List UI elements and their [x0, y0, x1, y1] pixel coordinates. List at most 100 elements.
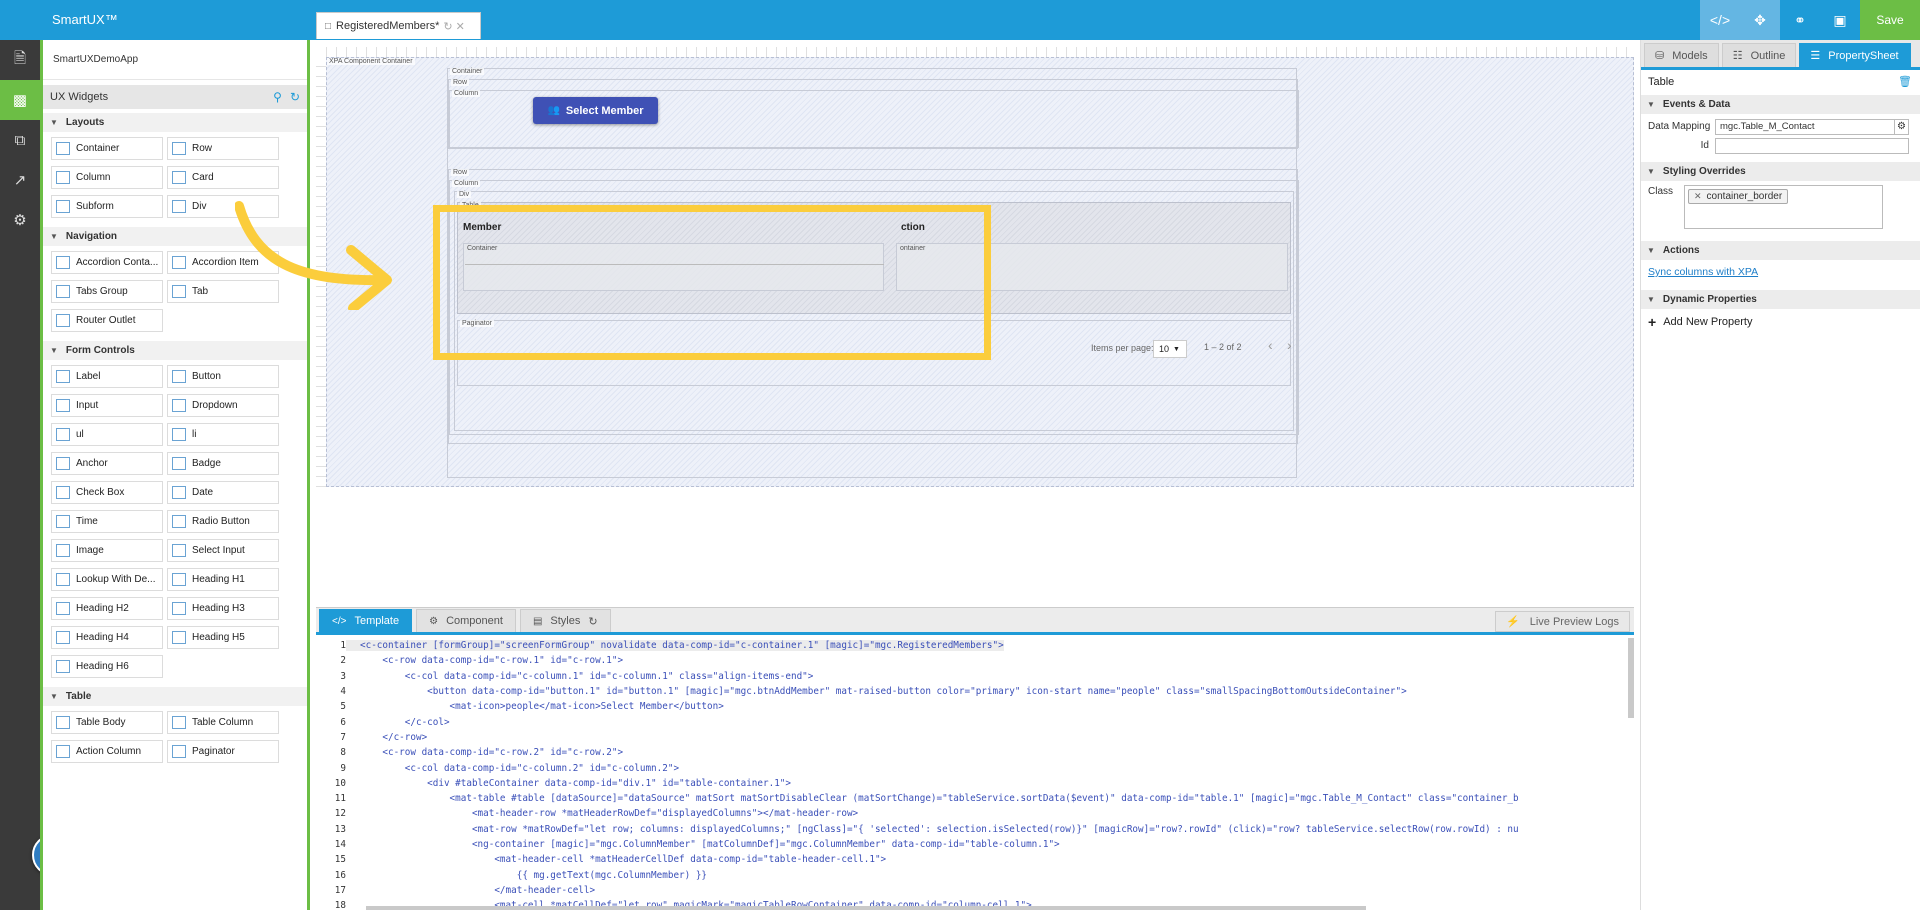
widget-label: Heading H5 — [192, 632, 245, 643]
widget-heading-h4[interactable]: Heading H4 — [51, 626, 163, 649]
widget-select-input[interactable]: Select Input — [167, 539, 279, 562]
rail-file[interactable]: 🗎 — [0, 40, 40, 80]
rail-settings[interactable]: ⚙ — [0, 200, 40, 240]
widget-label[interactable]: Label — [51, 365, 163, 388]
code-line: 14 <ng-container [magic]="mgc.ColumnMemb… — [316, 837, 1634, 852]
section-dynamic-properties[interactable]: ▼ Dynamic Properties — [1641, 290, 1920, 309]
refresh-icon[interactable]: ↻ — [588, 615, 597, 628]
sync-columns-link[interactable]: Sync columns with XPA — [1641, 260, 1920, 284]
widget-row[interactable]: Row — [167, 137, 279, 160]
widget-label: Select Input — [192, 545, 245, 556]
widget-dropdown[interactable]: Dropdown — [167, 394, 279, 417]
widget-button[interactable]: Button — [167, 365, 279, 388]
rail-widgets[interactable]: ▩ — [0, 80, 40, 120]
widget-check-box[interactable]: Check Box — [51, 481, 163, 504]
line-number: 7 — [340, 731, 346, 743]
select-member-button[interactable]: 👥 Select Member — [533, 97, 658, 124]
widget-table-body[interactable]: Table Body — [51, 711, 163, 734]
code-text: <c-col data-comp-id="c-column.1" id="c-c… — [360, 670, 814, 682]
class-chip[interactable]: ✕ container_border — [1688, 189, 1789, 204]
row-box-1[interactable]: Row Column 👥 Select Member — [448, 79, 1299, 149]
widget-anchor[interactable]: Anchor — [51, 452, 163, 475]
code-text: <c-row data-comp-id="c-row.2" id="c-row.… — [360, 747, 624, 759]
tab-outline[interactable]: ☷ Outline — [1721, 43, 1797, 67]
widget-ul[interactable]: ul — [51, 423, 163, 446]
column-box-1[interactable]: Column 👥 Select Member — [449, 90, 1299, 148]
share-button[interactable]: ⚭ — [1780, 0, 1820, 40]
widget-time[interactable]: Time — [51, 510, 163, 533]
tab-styles[interactable]: ▤ Styles ↻ — [519, 609, 611, 632]
page-size-select[interactable]: 10 ▼ — [1153, 340, 1187, 358]
section-form-controls[interactable]: ▼ Form Controls — [43, 341, 307, 360]
widget-heading-h1[interactable]: Heading H1 — [167, 568, 279, 591]
widget-heading-h6[interactable]: Heading H6 — [51, 655, 163, 678]
widget-input[interactable]: Input — [51, 394, 163, 417]
data-mapping-input[interactable]: mgc.Table_M_Contact — [1715, 118, 1895, 135]
widget-lookup-with-de[interactable]: Lookup With De... — [51, 568, 163, 591]
widget-icon — [56, 428, 70, 441]
widget-column[interactable]: Column — [51, 166, 163, 189]
code-text: <div #tableContainer data-comp-id="div.1… — [360, 777, 791, 789]
code-editor[interactable]: 1 <c-container [formGroup]="screenFormGro… — [316, 638, 1634, 910]
refresh-icon[interactable]: ↻ ✕ — [443, 20, 465, 33]
rail-copy[interactable]: ⧉ — [0, 120, 40, 160]
next-page-icon[interactable]: › — [1287, 337, 1292, 353]
widget-container[interactable]: Container — [51, 137, 163, 160]
div-label: Div — [457, 191, 472, 198]
widget-subform[interactable]: Subform — [51, 195, 163, 218]
code-text: <c-container [formGroup]="screenFormGrou… — [346, 640, 1004, 652]
widget-heading-h5[interactable]: Heading H5 — [167, 626, 279, 649]
widget-li[interactable]: li — [167, 423, 279, 446]
widget-paginator[interactable]: Paginator — [167, 740, 279, 763]
previous-page-icon[interactable]: ‹ — [1268, 337, 1273, 353]
remove-icon[interactable]: ✕ — [1694, 191, 1702, 202]
live-preview-logs-button[interactable]: ⚡ Live Preview Logs — [1495, 611, 1630, 632]
widget-icon — [56, 370, 70, 383]
widget-router-outlet[interactable]: Router Outlet — [51, 309, 163, 332]
section-events-data[interactable]: ▼ Events & Data — [1641, 95, 1920, 114]
widget-label: Table Column — [192, 717, 254, 728]
refresh-icon[interactable]: ↻ — [290, 90, 300, 104]
widget-badge[interactable]: Badge — [167, 452, 279, 475]
widget-heading-h3[interactable]: Heading H3 — [167, 597, 279, 620]
class-input[interactable]: ✕ container_border — [1684, 185, 1883, 229]
save-button[interactable]: Save — [1860, 0, 1920, 40]
widget-card[interactable]: Card — [167, 166, 279, 189]
widget-date[interactable]: Date — [167, 481, 279, 504]
section-layouts[interactable]: ▼ Layouts — [43, 113, 307, 132]
widget-icon — [56, 256, 70, 269]
add-new-property-button[interactable]: + Add New Property — [1641, 309, 1920, 335]
widget-radio-button[interactable]: Radio Button — [167, 510, 279, 533]
highlight-annotation — [433, 205, 991, 360]
widget-action-column[interactable]: Action Column — [51, 740, 163, 763]
tab-template[interactable]: </> Template — [319, 609, 413, 632]
section-styling-overrides[interactable]: ▼ Styling Overrides — [1641, 162, 1920, 181]
horizontal-scrollbar[interactable] — [366, 906, 1366, 910]
section-actions[interactable]: ▼ Actions — [1641, 241, 1920, 260]
vertical-scrollbar[interactable] — [1628, 638, 1634, 718]
section-table[interactable]: ▼ Table — [43, 687, 307, 706]
tab-models[interactable]: ⛁ Models — [1644, 43, 1719, 67]
code-view-button[interactable]: </> — [1700, 0, 1740, 40]
tab-property-sheet[interactable]: ☰ PropertySheet — [1799, 43, 1912, 67]
move-button[interactable]: ✥ — [1740, 0, 1780, 40]
widget-table-column[interactable]: Table Column — [167, 711, 279, 734]
tab-component[interactable]: ⚙ Component — [416, 609, 516, 632]
widget-label: Subform — [76, 201, 114, 212]
widgets-title: UX Widgets — [50, 91, 109, 103]
widget-icon — [56, 544, 70, 557]
rail-chart[interactable]: ↗ — [0, 160, 40, 200]
widget-image[interactable]: Image — [51, 539, 163, 562]
widget-accordion-conta[interactable]: Accordion Conta... — [51, 251, 163, 274]
widget-heading-h2[interactable]: Heading H2 — [51, 597, 163, 620]
id-input[interactable] — [1715, 137, 1909, 154]
widget-icon — [56, 142, 70, 155]
trash-icon[interactable]: 🗑 — [1898, 75, 1912, 88]
widget-tabs-group[interactable]: Tabs Group — [51, 280, 163, 303]
search-icon[interactable]: ⚲ — [273, 90, 282, 104]
preview-button[interactable]: ▣ — [1820, 0, 1860, 40]
document-tab[interactable]: □ RegisteredMembers * ↻ ✕ — [316, 12, 481, 39]
gear-icon[interactable]: ⚙ — [1895, 118, 1909, 135]
code-line: 6 </c-col> — [316, 714, 1634, 729]
code-line: 4 <button data-comp-id="button.1" id="bu… — [316, 684, 1634, 699]
